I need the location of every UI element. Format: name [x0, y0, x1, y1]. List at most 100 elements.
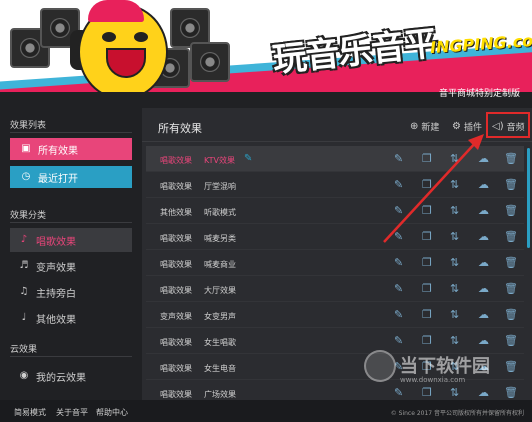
- about-link[interactable]: 关于音平: [56, 407, 88, 418]
- cloud-upload-icon[interactable]: ☁: [478, 334, 489, 347]
- row-name: 女变男声: [204, 312, 236, 321]
- table-row[interactable]: 唱歌效果 喊麦商业 ✎ ❐ ⇅ ☁ 🗑: [146, 250, 524, 276]
- sort-icon[interactable]: ⇅: [450, 204, 459, 217]
- sidebar-item-label: 我的云效果: [36, 372, 86, 384]
- new-button[interactable]: ⊕ 新建: [410, 120, 439, 133]
- row-name: 广场效果: [204, 390, 236, 399]
- scrollbar[interactable]: [527, 148, 530, 248]
- sidebar-item-other[interactable]: ♩ 其他效果: [10, 306, 132, 330]
- all-effects-button[interactable]: ▣ 所有效果: [10, 138, 132, 160]
- sidebar-item-label: 主持旁白: [36, 288, 76, 300]
- trash-icon[interactable]: 🗑: [504, 204, 518, 217]
- sort-icon[interactable]: ⇅: [450, 256, 459, 269]
- all-effects-label: 所有效果: [38, 145, 78, 157]
- cloud-upload-icon[interactable]: ☁: [478, 256, 489, 269]
- main-header: 所有效果 ⊕ 新建 ⚙ 插件 ◁) 音频: [142, 108, 532, 142]
- speaker-icon: [190, 42, 230, 82]
- edit-icon[interactable]: ✎: [394, 334, 403, 347]
- table-row[interactable]: 唱歌效果 厅堂混响 ✎ ❐ ⇅ ☁ 🗑: [146, 172, 524, 198]
- cloud-upload-icon[interactable]: ☁: [478, 282, 489, 295]
- copy-icon[interactable]: ❐: [422, 178, 432, 191]
- sort-icon[interactable]: ⇅: [450, 334, 459, 347]
- table-row[interactable]: 其他效果 听歌模式 ✎ ❐ ⇅ ☁ 🗑: [146, 198, 524, 224]
- table-row[interactable]: 唱歌效果 KTV效果 ✎ ✎ ❐ ⇅ ☁ 🗑: [146, 146, 524, 172]
- sidebar-item-voice-change[interactable]: ♬ 变声效果: [10, 254, 132, 278]
- table-row[interactable]: 变声效果 女变男声 ✎ ❐ ⇅ ☁ 🗑: [146, 302, 524, 328]
- row-name: 女生唱歌: [204, 338, 236, 347]
- edit-icon[interactable]: ✎: [394, 256, 403, 269]
- app-window: 玩音乐音平 INGPING.com 音平商城特别定制版 效果列表 ▣ 所有效果 …: [0, 0, 532, 422]
- footer: 简易模式 关于音平 帮助中心 © Since 2017 音平公司版权所有并保留所…: [0, 400, 532, 422]
- trash-icon[interactable]: 🗑: [504, 256, 518, 269]
- help-link[interactable]: 帮助中心: [96, 407, 128, 418]
- edit-icon[interactable]: ✎: [394, 282, 403, 295]
- copy-icon[interactable]: ❐: [422, 256, 432, 269]
- row-category: 唱歌效果: [160, 260, 192, 269]
- sidebar-item-my-cloud[interactable]: ◉ 我的云效果: [10, 364, 132, 388]
- row-name: 女生电音: [204, 364, 236, 373]
- plus-icon: ⊕: [410, 121, 419, 132]
- banner: 玩音乐音平 INGPING.com 音平商城特别定制版: [0, 0, 532, 108]
- edit-icon[interactable]: ✎: [394, 204, 403, 217]
- copyright-text: © Since 2017 音平公司版权所有并保留所有权利: [390, 410, 524, 417]
- mic-icon: ♪: [20, 234, 28, 245]
- copy-icon[interactable]: ❐: [422, 204, 432, 217]
- sidebar-item-singing[interactable]: ♪ 唱歌效果: [10, 228, 132, 252]
- cloud-upload-icon[interactable]: ☁: [478, 308, 489, 321]
- copy-icon[interactable]: ❐: [422, 282, 432, 295]
- row-category: 唱歌效果: [160, 364, 192, 373]
- simple-mode-link[interactable]: 简易模式: [14, 407, 46, 418]
- watermark-text: 当下软件园: [400, 356, 490, 377]
- sort-icon[interactable]: ⇅: [450, 230, 459, 243]
- sidebar-item-host[interactable]: ♫ 主持旁白: [10, 280, 132, 304]
- trash-icon[interactable]: 🗑: [504, 282, 518, 295]
- trash-icon[interactable]: 🗑: [504, 308, 518, 321]
- cloud-upload-icon[interactable]: ☁: [478, 178, 489, 191]
- page-title: 所有效果: [158, 122, 202, 135]
- watermark-url: www.downxia.com: [400, 376, 466, 384]
- cloud-upload-icon[interactable]: ☁: [478, 152, 489, 165]
- mascot-eye: [102, 32, 116, 42]
- list-section-title: 效果列表: [10, 121, 47, 131]
- plugin-button[interactable]: ⚙ 插件: [452, 120, 482, 133]
- copy-icon[interactable]: ❐: [422, 308, 432, 321]
- user-icon: ◉: [19, 370, 29, 381]
- edit-icon[interactable]: ✎: [394, 308, 403, 321]
- sort-icon[interactable]: ⇅: [450, 308, 459, 321]
- cloud-upload-icon[interactable]: ☁: [478, 230, 489, 243]
- sidebar: 效果列表 ▣ 所有效果 ◷ 最近打开 效果分类 ♪ 唱歌效果 ♬ 变声效果 ♫ …: [0, 108, 140, 400]
- row-name: 厅堂混响: [204, 182, 236, 191]
- sidebar-item-label: 变声效果: [36, 262, 76, 274]
- edit-icon[interactable]: ✎: [394, 178, 403, 191]
- divider: [10, 222, 132, 223]
- trash-icon[interactable]: 🗑: [504, 334, 518, 347]
- sort-icon[interactable]: ⇅: [450, 282, 459, 295]
- clock-icon: ◷: [21, 171, 31, 182]
- row-category: 唱歌效果: [160, 286, 192, 295]
- watermark: 当下软件园 www.downxia.com: [364, 350, 524, 390]
- category-section-title: 效果分类: [10, 211, 47, 221]
- edit-icon[interactable]: ✎: [394, 152, 403, 165]
- mascot-illustration: [78, 0, 168, 100]
- recent-button[interactable]: ◷ 最近打开: [10, 166, 132, 188]
- pen-icon[interactable]: ✎: [244, 153, 252, 164]
- list-icon: ▣: [21, 143, 31, 154]
- copy-icon[interactable]: ❐: [422, 334, 432, 347]
- trash-icon[interactable]: 🗑: [504, 152, 518, 165]
- table-row[interactable]: 唱歌效果 大厅效果 ✎ ❐ ⇅ ☁ 🗑: [146, 276, 524, 302]
- row-category: 唱歌效果: [160, 156, 192, 165]
- watermark-logo: [364, 350, 396, 382]
- plugin-label: 插件: [463, 123, 482, 133]
- row-category: 唱歌效果: [160, 390, 192, 399]
- trash-icon[interactable]: 🗑: [504, 230, 518, 243]
- sort-icon[interactable]: ⇅: [450, 152, 459, 165]
- row-name: 听歌模式: [204, 208, 236, 217]
- copy-icon[interactable]: ❐: [422, 152, 432, 165]
- sort-icon[interactable]: ⇅: [450, 178, 459, 191]
- copy-icon[interactable]: ❐: [422, 230, 432, 243]
- trash-icon[interactable]: 🗑: [504, 178, 518, 191]
- cloud-upload-icon[interactable]: ☁: [478, 204, 489, 217]
- host-icon: ♫: [19, 286, 29, 297]
- edit-icon[interactable]: ✎: [394, 230, 403, 243]
- table-row[interactable]: 唱歌效果 喊麦另类 ✎ ❐ ⇅ ☁ 🗑: [146, 224, 524, 250]
